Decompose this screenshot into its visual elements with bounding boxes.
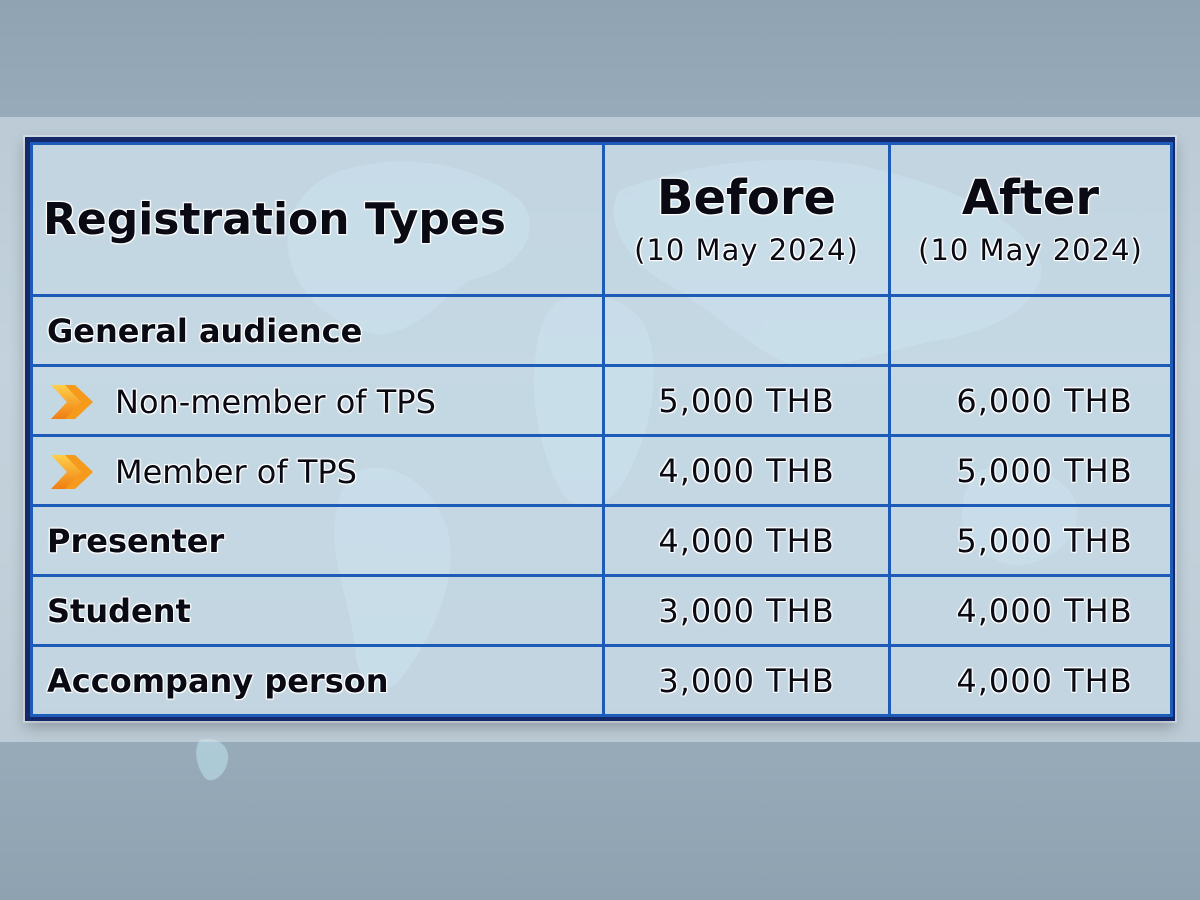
row-label-cell: Non-member of TPS [30,364,605,437]
table-row: General audience [30,294,1173,367]
chevron-right-icon [51,454,93,489]
after-column-header: After (10 May 2024) [888,142,1173,297]
table-row: Presenter 4,000 THB 5,000 THB [30,504,1173,577]
after-price: 4,000 THB [888,644,1173,717]
before-price [602,294,891,367]
registration-types-heading: Registration Types [30,142,605,297]
before-price: 3,000 THB [602,644,891,717]
after-label: After [961,169,1100,226]
row-label: Student [30,574,605,647]
row-label: Accompany person [30,644,605,717]
row-label-cell: Member of TPS [30,434,605,507]
before-price: 4,000 THB [602,434,891,507]
table-row: Accompany person 3,000 THB 4,000 THB [30,644,1173,717]
table-row: Member of TPS 4,000 THB 5,000 THB [30,434,1173,507]
after-price: 4,000 THB [888,574,1173,647]
registration-fee-table: Registration Types Before (10 May 2024) … [25,137,1175,721]
before-price: 5,000 THB [602,364,891,437]
after-price: 5,000 THB [888,504,1173,577]
before-label: Before [656,169,837,226]
table-row: Non-member of TPS 5,000 THB 6,000 THB [30,364,1173,437]
before-column-header: Before (10 May 2024) [602,142,891,297]
row-label: Non-member of TPS [115,382,436,421]
after-price [888,294,1173,367]
after-date: (10 May 2024) [918,232,1143,267]
table-header-row: Registration Types Before (10 May 2024) … [30,142,1173,297]
row-label: General audience [30,294,605,367]
before-date: (10 May 2024) [634,232,859,267]
chevron-right-icon [51,384,93,419]
row-label: Member of TPS [115,452,357,491]
before-price: 4,000 THB [602,504,891,577]
after-price: 6,000 THB [888,364,1173,437]
after-price: 5,000 THB [888,434,1173,507]
before-price: 3,000 THB [602,574,891,647]
table-row: Student 3,000 THB 4,000 THB [30,574,1173,647]
row-label: Presenter [30,504,605,577]
